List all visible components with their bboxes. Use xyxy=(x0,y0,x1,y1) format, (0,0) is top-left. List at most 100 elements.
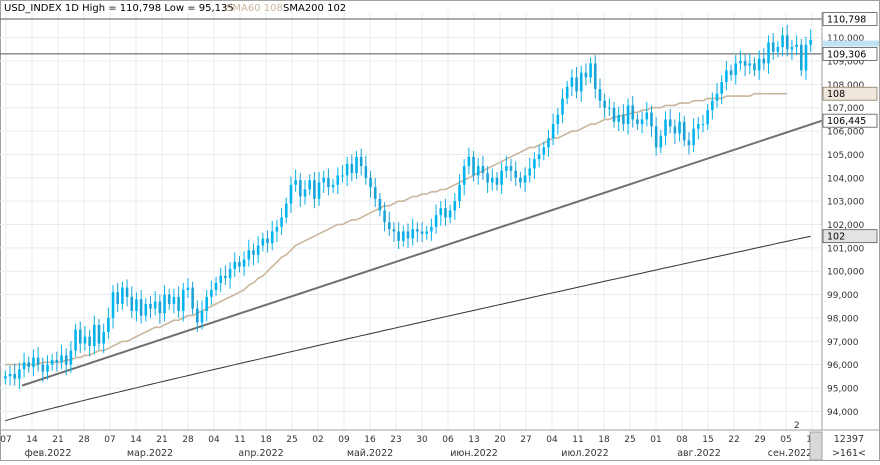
candle-body xyxy=(743,61,747,66)
candle-body xyxy=(650,112,653,127)
y-tick-label: 98,000 xyxy=(827,314,859,324)
x-tick-label: 07 xyxy=(104,435,115,445)
candle-body xyxy=(505,166,508,171)
bar-count: 12397 xyxy=(834,434,864,445)
candle-body xyxy=(804,44,808,71)
candle-body xyxy=(458,184,461,202)
candle-body xyxy=(153,301,157,309)
month-label: июн.2022 xyxy=(450,448,498,459)
candle-body xyxy=(528,168,532,176)
scroll-button[interactable] xyxy=(809,431,823,461)
y-tick-label: 101,000 xyxy=(827,244,864,254)
candle-body xyxy=(701,124,705,126)
candle-body xyxy=(537,154,541,160)
candle-body xyxy=(739,61,742,64)
y-tick-label: 106,000 xyxy=(827,128,864,138)
candle-body xyxy=(60,355,63,363)
x-tick-label: 04 xyxy=(546,435,558,445)
candle-body xyxy=(561,98,564,115)
candle-body xyxy=(753,63,756,71)
candle-body xyxy=(687,140,691,146)
candle-body xyxy=(462,166,466,185)
candle-body xyxy=(242,259,246,267)
candle-body xyxy=(200,310,204,323)
candle-body xyxy=(303,189,307,197)
x-tick-label: 20 xyxy=(494,435,506,445)
x-tick-label: 21 xyxy=(156,435,167,445)
price-chart[interactable]: 94,000 95,000 96,000 97,000 98,000 99,000 100,… xyxy=(0,0,880,461)
candle-body xyxy=(317,182,321,199)
x-tick-label: 23 xyxy=(390,435,401,445)
x-tick-label: 13 xyxy=(468,435,479,445)
candle-body xyxy=(172,296,176,304)
candle-body xyxy=(725,70,728,83)
month-label: авг.2022 xyxy=(677,448,721,459)
candle-body xyxy=(18,369,21,379)
price-tag-label: 110,798 xyxy=(827,15,866,26)
candle-body xyxy=(406,231,410,239)
candle-body xyxy=(556,114,560,125)
candle-body xyxy=(509,166,513,171)
candle-body xyxy=(181,289,185,311)
price-tag-label: 102 xyxy=(827,232,845,243)
candle-body xyxy=(177,296,180,311)
candle-body xyxy=(402,231,405,241)
candle-body xyxy=(163,294,166,314)
candle-body xyxy=(205,296,208,311)
candle-body xyxy=(331,184,335,188)
month-label: мар.2022 xyxy=(127,448,173,459)
x-tick-label: 22 xyxy=(728,435,739,445)
candle-body xyxy=(425,231,429,234)
candle-body xyxy=(734,63,738,76)
candle-body xyxy=(214,282,218,290)
scroll-indicator[interactable]: >161< xyxy=(832,448,866,459)
x-tick-label: 14 xyxy=(130,435,142,445)
candle-body xyxy=(645,112,649,120)
candle-body xyxy=(533,159,536,169)
candle-body xyxy=(715,93,719,101)
y-tick-label: 96,000 xyxy=(827,361,859,371)
candle-body xyxy=(636,119,639,125)
candle-body xyxy=(500,170,503,185)
candle-body xyxy=(767,42,770,64)
candle-body xyxy=(261,238,265,246)
price-tag: 108 xyxy=(822,86,878,101)
candle-body xyxy=(125,287,129,297)
candle-body xyxy=(481,166,485,174)
month-label: сен.2022 xyxy=(768,448,812,459)
candle-body xyxy=(622,114,625,125)
candle-body xyxy=(589,63,592,78)
candle-body xyxy=(46,364,49,372)
pane-number: 2 xyxy=(794,421,800,431)
candle-body xyxy=(472,156,475,176)
candle-body xyxy=(598,89,602,101)
candle-body xyxy=(490,177,494,183)
candle-body xyxy=(781,35,784,48)
month-label: июл.2022 xyxy=(561,448,608,459)
candle-body xyxy=(420,231,424,234)
candle-body xyxy=(575,77,578,92)
x-tick-label: 25 xyxy=(286,435,297,445)
candle-body xyxy=(350,163,354,174)
price-tag: 102 xyxy=(822,229,878,244)
candle-body xyxy=(762,58,766,64)
candle-body xyxy=(383,210,386,223)
candle-body xyxy=(593,63,597,90)
candle-body xyxy=(416,229,419,232)
candle-body xyxy=(275,226,279,232)
candle-body xyxy=(467,156,471,167)
candle-body xyxy=(270,231,274,244)
candle-body xyxy=(186,287,190,290)
x-tick-label: 04 xyxy=(208,435,220,445)
candle-body xyxy=(757,58,761,71)
candle-body xyxy=(191,287,194,309)
candle-body xyxy=(411,229,414,239)
candle-body xyxy=(664,119,667,136)
x-tick-label: 11 xyxy=(572,435,583,445)
x-tick-label: 25 xyxy=(624,435,635,445)
price-tag: 109,306 xyxy=(822,46,878,61)
candle-body xyxy=(102,331,105,344)
candle-body xyxy=(364,166,368,178)
candle-body xyxy=(439,208,443,216)
month-label: апр.2022 xyxy=(238,448,283,459)
